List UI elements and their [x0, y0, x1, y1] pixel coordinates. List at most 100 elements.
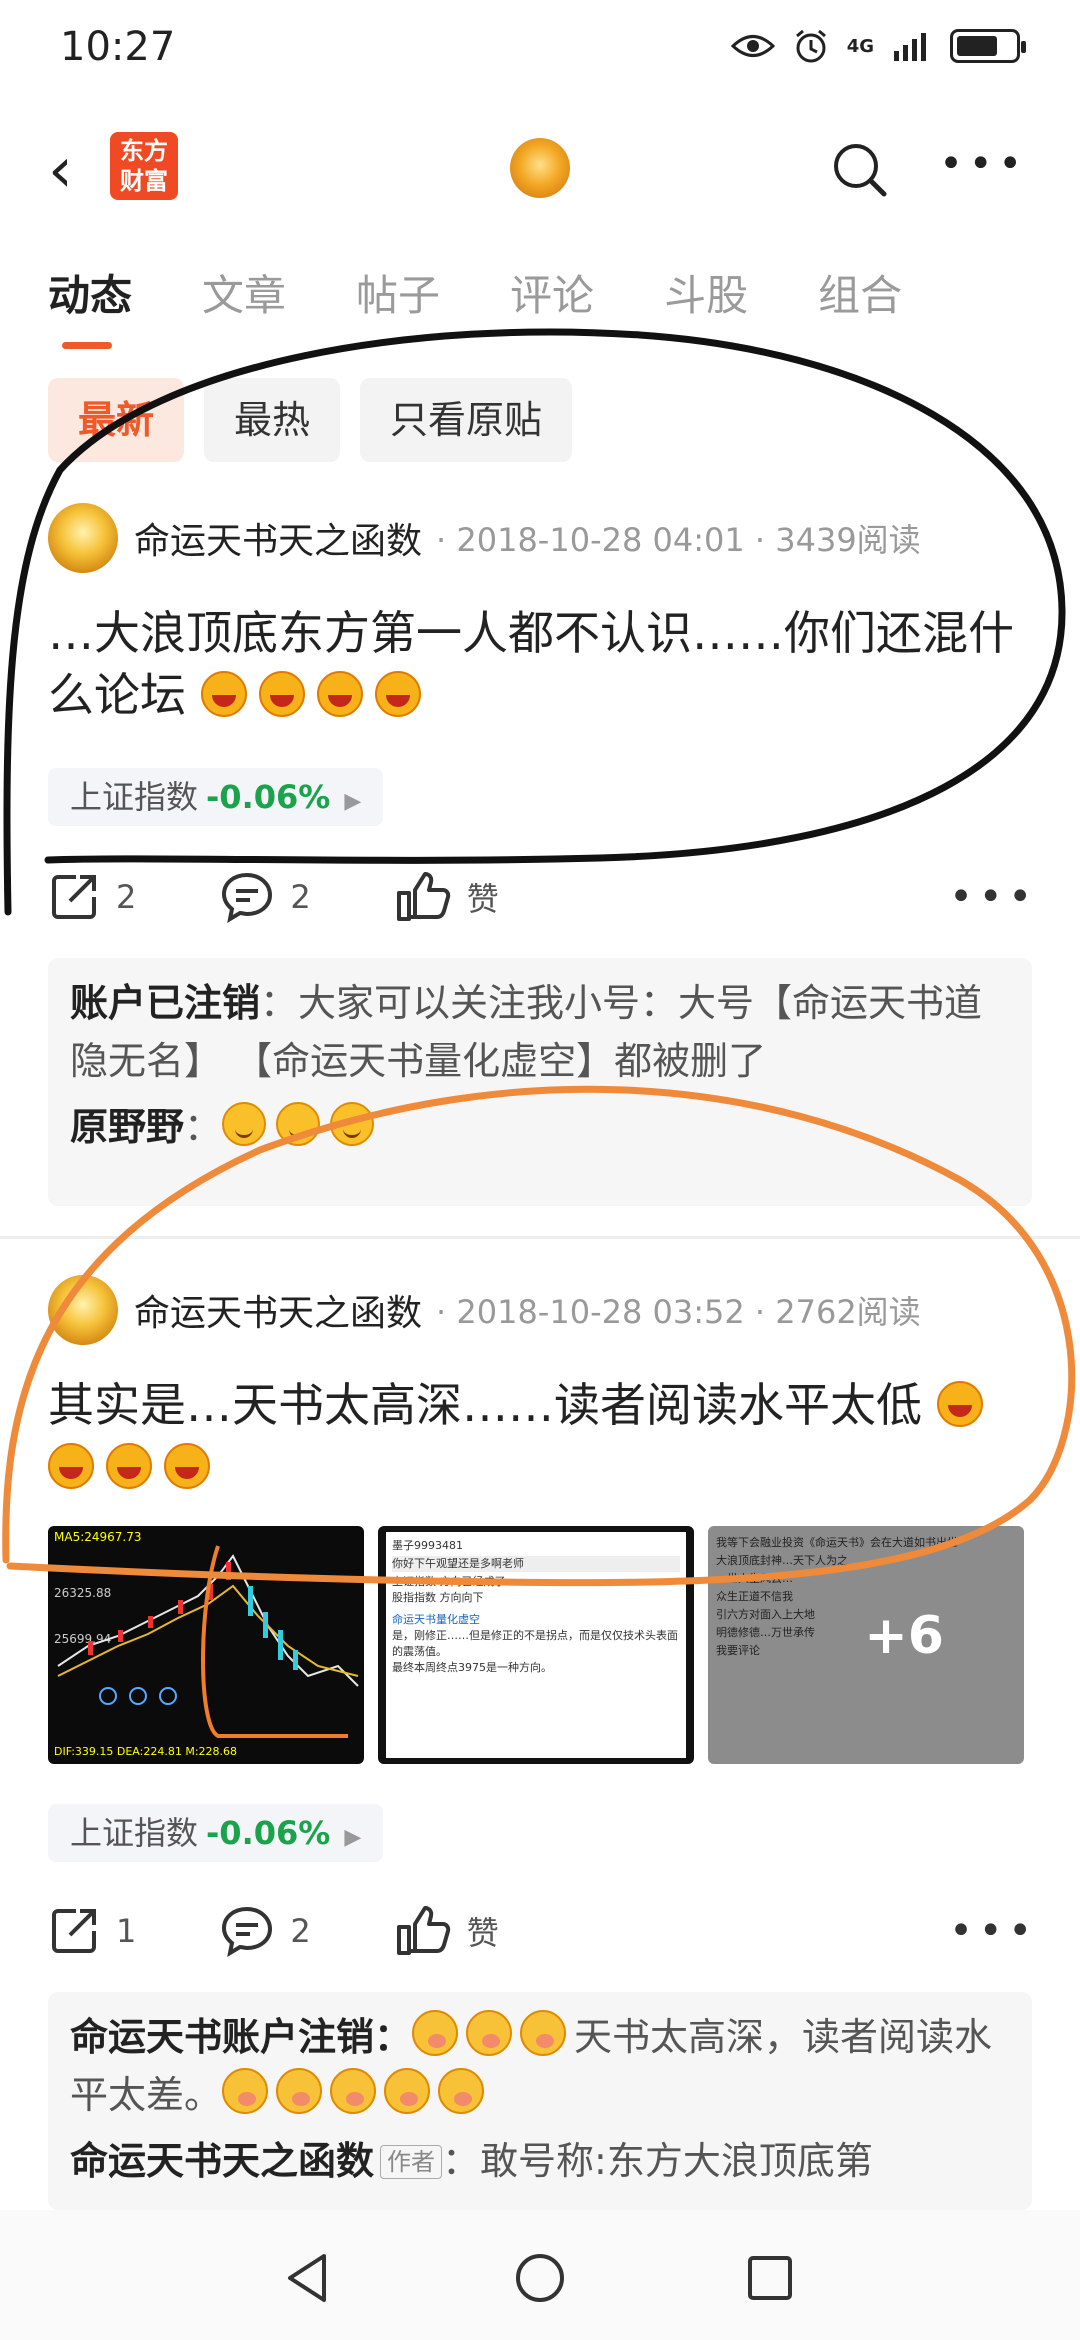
- commenter-name[interactable]: 命运天书天之函数: [70, 2139, 374, 2183]
- thumb-text: 命运天书量化虚空: [392, 1613, 480, 1626]
- comment-line: 账户已注销：大家可以关注我小号：大号【命运天书道隐无名】 【命运天书量化虚空】都…: [70, 974, 1010, 1090]
- blush-emoji-icon: [330, 2068, 377, 2114]
- filter-latest[interactable]: 最新: [48, 378, 185, 462]
- index-tag[interactable]: 上证指数 -0.06% ▶: [48, 768, 384, 826]
- profile-avatar[interactable]: [510, 138, 570, 198]
- tab-posts[interactable]: 帖子: [356, 262, 440, 323]
- share-count: 2: [116, 878, 137, 916]
- battery-icon: [950, 29, 1026, 63]
- tab-comments[interactable]: 评论: [510, 262, 594, 323]
- back-nav-icon[interactable]: [280, 2250, 336, 2306]
- like-label: 赞: [466, 1914, 499, 1952]
- thumb-text: 你好下午观望还是多啊老师: [392, 1556, 680, 1572]
- search-icon[interactable]: [830, 140, 890, 200]
- share-count: 1: [116, 1912, 137, 1950]
- tab-dongtai[interactable]: 动态: [48, 262, 132, 349]
- share-button[interactable]: 2: [48, 871, 136, 923]
- post-card: 命运天书天之函数 · 2018-10-28 03:52 · 2762阅读 其实是…: [0, 1274, 1080, 2210]
- smile-emoji-icon: [222, 1102, 267, 1146]
- tab-portfolio[interactable]: 组合: [818, 262, 902, 323]
- commenter-name[interactable]: 账户已注销: [70, 981, 260, 1025]
- post-meta: · 2018-10-28 03:52 · 2762阅读: [436, 1293, 921, 1331]
- comment-line: 原野野：: [70, 1098, 1010, 1156]
- thumb-text: 是，刚修正……但是修正的不是拐点，而是仅仅技术头表面的震荡值。: [392, 1629, 678, 1658]
- more-images-count: +6: [864, 1606, 944, 1666]
- comment-button[interactable]: 2: [220, 1905, 311, 1957]
- comment-count: 2: [290, 878, 311, 916]
- blush-emoji-icon: [276, 2068, 323, 2114]
- smile-emoji-icon: [330, 1102, 375, 1146]
- macd-label: DIF:339.15 DEA:224.81 M:228.68: [54, 1745, 238, 1758]
- author-avatar[interactable]: [48, 1275, 118, 1345]
- like-button[interactable]: 赞: [395, 871, 499, 923]
- chart-thumbnail[interactable]: MA5:24967.73 26325.88 25699.94 DIF:339.1…: [48, 1526, 364, 1764]
- commenter-name[interactable]: 原野野: [70, 1105, 184, 1149]
- status-bar: 10:27 4G: [0, 0, 1080, 110]
- more-icon[interactable]: •••: [939, 144, 1028, 184]
- laugh-emoji-icon: [48, 1443, 94, 1489]
- comment-text: ：敢号称:东方大浪顶底第: [442, 2139, 873, 2183]
- blush-emoji-icon: [384, 2068, 431, 2114]
- author-name[interactable]: 命运天书天之函数: [134, 1284, 422, 1336]
- like-button[interactable]: 赞: [395, 1905, 499, 1957]
- post-meta: · 2018-10-28 04:01 · 3439阅读: [436, 521, 921, 559]
- filter-original-only[interactable]: 只看原贴: [360, 378, 573, 462]
- candlestick-chart: [57, 1545, 359, 1738]
- play-arrow-icon: ▶: [344, 789, 362, 814]
- thumb-text: 一世人生风云…: [716, 1572, 793, 1585]
- comment-line: 命运天书账户注销： 天书太高深，读者阅读水平太差。: [70, 2008, 1010, 2124]
- post-header: 命运天书天之函数 · 2018-10-28 03:52 · 2762阅读: [48, 1274, 921, 1346]
- comment-preview[interactable]: 账户已注销：大家可以关注我小号：大号【命运天书道隐无名】 【命运天书量化虚空】都…: [48, 958, 1032, 1206]
- thumb-text: 上证指数 方向已经成了……: [392, 1575, 528, 1588]
- blush-emoji-icon: [438, 2068, 485, 2114]
- blush-emoji-icon: [520, 2010, 567, 2056]
- back-icon[interactable]: ‹: [48, 139, 73, 201]
- screenshot-thumbnail[interactable]: 我等下会融业投资《命运天书》会在大道如书出世 大浪顶底封神…天下人为之 一世人生…: [708, 1526, 1024, 1764]
- comment-text: ：: [184, 1105, 223, 1149]
- share-icon: [52, 875, 96, 919]
- filter-bar: 最新 最热 只看原贴: [48, 378, 573, 462]
- post-more-icon[interactable]: •••: [949, 874, 1038, 920]
- alarm-icon: [795, 29, 826, 63]
- post-actions: 2 2 赞 •••: [48, 862, 1038, 932]
- post-text-content: 其实是…天书太高深……读者阅读水平太低: [48, 1378, 922, 1432]
- author-name[interactable]: 命运天书天之函数: [134, 512, 422, 564]
- post-card: 命运天书天之函数 · 2018-10-28 04:01 · 3439阅读 …大浪…: [0, 502, 1080, 1242]
- share-button[interactable]: 1: [48, 1905, 136, 1957]
- thumb-text: 我等下会融业投资《命运天书》会在大道如书出世: [716, 1536, 958, 1549]
- index-tag[interactable]: 上证指数 -0.06% ▶: [48, 1804, 384, 1862]
- tab-stock-battle[interactable]: 斗股: [664, 262, 748, 323]
- comment-count: 2: [290, 1912, 311, 1950]
- home-nav-icon[interactable]: [512, 2250, 568, 2306]
- top-nav: ‹ 东方财富 •••: [0, 110, 1080, 230]
- thumb-text: 墨子9993481: [392, 1539, 463, 1552]
- laugh-emoji-icon: [374, 671, 421, 717]
- comment-icon: [222, 1906, 273, 1957]
- laugh-emoji-icon: [936, 1381, 983, 1427]
- author-avatar[interactable]: [48, 503, 118, 573]
- filter-hottest[interactable]: 最热: [204, 378, 341, 462]
- comment-preview[interactable]: 命运天书账户注销： 天书太高深，读者阅读水平太差。 命运天书天之函数 作者 ：敢号称:…: [48, 1992, 1032, 2210]
- tab-articles[interactable]: 文章: [202, 262, 286, 323]
- post-text[interactable]: …大浪顶底东方第一人都不认识……你们还混什么论坛: [48, 602, 1038, 726]
- post-text[interactable]: 其实是…天书太高深……读者阅读水平太低: [48, 1374, 1038, 1498]
- index-change: -0.06%: [206, 778, 331, 816]
- comment-icon: [222, 872, 273, 923]
- system-nav-bar: [0, 2210, 1080, 2340]
- thumb-text: 大浪顶底封神…天下人为之: [716, 1554, 848, 1567]
- status-time: 10:27: [60, 24, 176, 70]
- post-actions: 1 2 赞 •••: [48, 1896, 1038, 1966]
- screenshot-thumbnail[interactable]: 墨子9993481 你好下午观望还是多啊老师 上证指数 方向已经成了…… 股指指…: [378, 1526, 694, 1764]
- image-grid: MA5:24967.73 26325.88 25699.94 DIF:339.1…: [48, 1526, 1024, 1764]
- recents-nav-icon[interactable]: [742, 2250, 798, 2306]
- comment-button[interactable]: 2: [220, 871, 311, 923]
- laugh-emoji-icon: [164, 1443, 210, 1489]
- laugh-emoji-icon: [258, 671, 305, 717]
- thumb-text: 最终本周终点3975是一种方向。: [392, 1661, 552, 1674]
- commenter-name[interactable]: 命运天书账户注销: [70, 2015, 374, 2059]
- index-name: 上证指数: [70, 1814, 199, 1852]
- laugh-emoji-icon: [106, 1443, 152, 1489]
- thumb-text: 股指指数 方向向下: [392, 1591, 484, 1604]
- post-more-icon[interactable]: •••: [949, 1908, 1038, 1954]
- laugh-emoji-icon: [316, 671, 363, 717]
